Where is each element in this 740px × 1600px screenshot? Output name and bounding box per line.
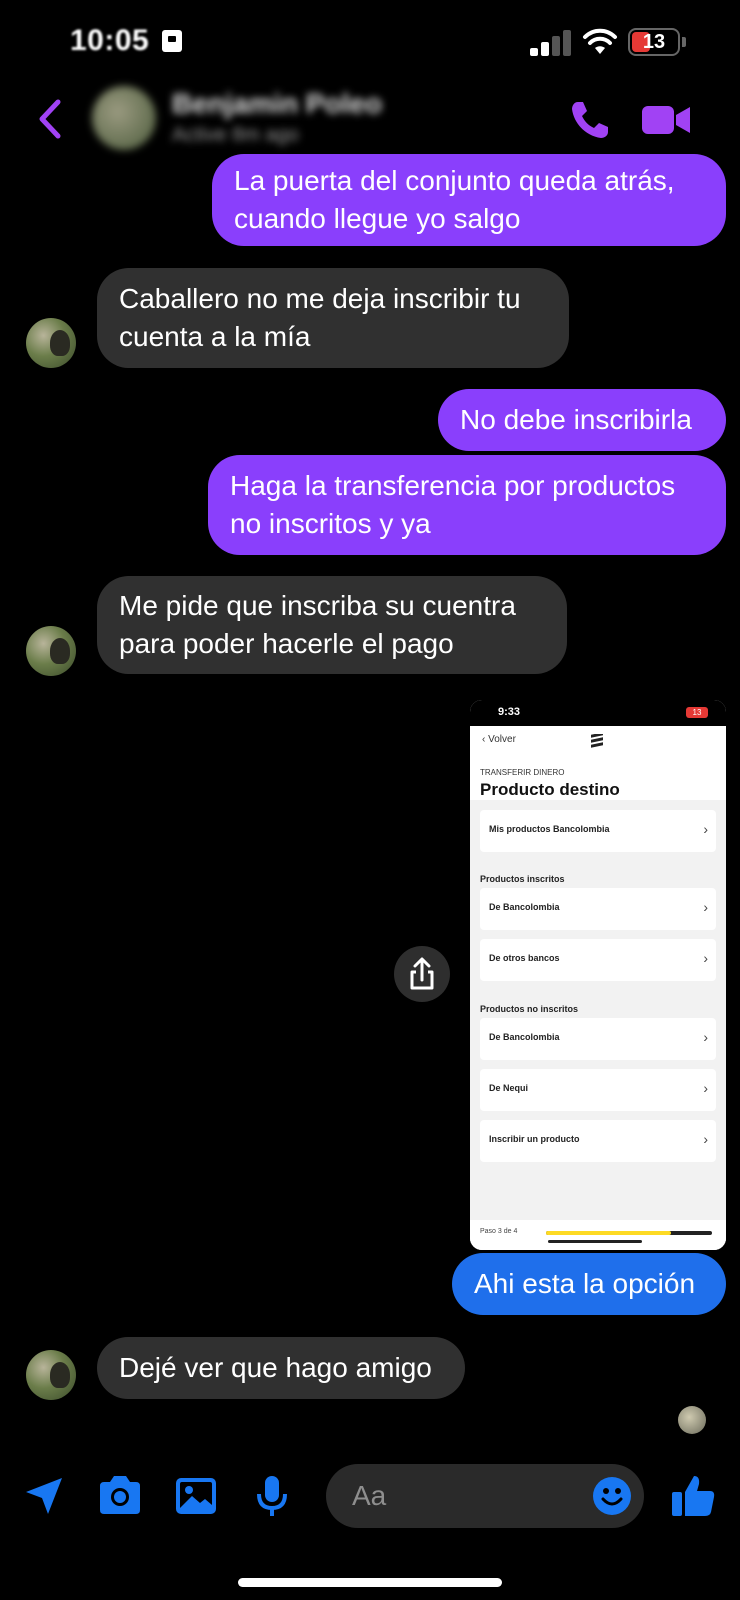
message-text: Caballero no me deja inscribir tu cuenta… <box>119 283 521 352</box>
message-outgoing[interactable]: Haga la transferencia por productos no i… <box>208 455 726 555</box>
bank-logo-icon <box>591 734 603 748</box>
message-composer: Aa <box>0 1462 740 1538</box>
screenshot-kicker: TRANSFERIR DINERO <box>480 768 565 777</box>
screenshot-row-label: Inscribir un producto <box>489 1134 580 1144</box>
screenshot-status-bar: 9:33 13 <box>470 700 726 726</box>
message-outgoing[interactable]: La puerta del conjunto queda atrás, cuan… <box>212 154 726 246</box>
message-text: No debe inscribirla <box>460 404 692 435</box>
status-time: 10:05 <box>70 24 150 57</box>
home-indicator <box>238 1578 502 1587</box>
share-button[interactable] <box>394 946 450 1002</box>
screenshot-row: De Nequi › <box>480 1069 716 1111</box>
screenshot-section-title: Productos inscritos <box>480 874 565 884</box>
message-incoming[interactable]: Me pide que inscriba su cuentra para pod… <box>97 576 567 674</box>
gallery-button[interactable] <box>172 1472 220 1520</box>
message-text: Me pide que inscriba su cuentra para pod… <box>119 590 516 659</box>
screenshot-row-label: De Bancolombia <box>489 1032 560 1042</box>
sender-avatar[interactable] <box>26 626 76 676</box>
chevron-right-icon: › <box>703 1131 708 1147</box>
signal-icon <box>530 30 572 56</box>
video-call-button[interactable] <box>640 100 692 140</box>
chevron-right-icon: › <box>703 821 708 837</box>
sender-avatar[interactable] <box>26 1350 76 1400</box>
chevron-right-icon: › <box>703 1029 708 1045</box>
screenshot-body: ‹ Volver TRANSFERIR DINERO Producto dest… <box>470 726 726 1250</box>
orientation-lock-icon <box>162 30 182 52</box>
screenshot-progress-fill <box>546 1231 671 1235</box>
contact-name[interactable]: Benjamin Poleo <box>172 88 382 120</box>
screenshot-back-label: Volver <box>488 734 516 745</box>
thumbs-up-button[interactable] <box>670 1472 718 1520</box>
screenshot-footer: Paso 3 de 4 <box>470 1220 726 1250</box>
status-bar: 10:05 13 <box>0 0 740 80</box>
screenshot-nav: ‹ Volver <box>470 726 726 756</box>
back-button[interactable] <box>34 98 64 140</box>
screenshot-section-title: Productos no inscritos <box>480 1004 579 1014</box>
message-text: Ahi esta la opción <box>474 1268 696 1299</box>
screenshot-row-label: De Nequi <box>489 1083 529 1093</box>
message-input[interactable]: Aa <box>326 1464 644 1528</box>
screenshot-row: Mis productos Bancolombia › <box>480 810 716 852</box>
camera-button[interactable] <box>96 1472 144 1520</box>
screenshot-home-indicator <box>548 1240 642 1243</box>
read-receipt-avatar <box>678 1406 706 1434</box>
chat-header: Benjamin Poleo Active 8m ago <box>0 80 740 160</box>
wifi-icon <box>583 28 617 54</box>
screenshot-step: Paso 3 de 4 <box>480 1228 518 1235</box>
screenshot-header: TRANSFERIR DINERO Producto destino <box>470 756 726 800</box>
battery-tip <box>682 37 686 47</box>
screenshot-progress-bar <box>546 1231 712 1235</box>
screenshot-back-link: ‹ Volver <box>482 734 516 745</box>
microphone-button[interactable] <box>248 1472 296 1520</box>
message-incoming[interactable]: Dejé ver que hago amigo <box>97 1337 465 1399</box>
emoji-button[interactable] <box>592 1476 632 1516</box>
sender-avatar[interactable] <box>26 318 76 368</box>
chevron-right-icon: › <box>703 899 708 915</box>
share-icon <box>410 957 434 990</box>
message-outgoing[interactable]: Ahi esta la opción <box>452 1253 726 1315</box>
screenshot-row-label: De otros bancos <box>489 953 560 963</box>
message-text: Dejé ver que hago amigo <box>119 1352 432 1383</box>
screenshot-time: 9:33 <box>498 706 521 718</box>
screenshot-title: Producto destino <box>480 780 620 799</box>
shared-screenshot-image[interactable]: 9:33 13 ‹ Volver TRANSFERIR DINERO Produ… <box>470 700 726 1250</box>
screenshot-row: De Bancolombia › <box>480 888 716 930</box>
contact-avatar[interactable] <box>92 86 156 150</box>
contact-status: Active 8m ago <box>172 124 299 146</box>
message-text: La puerta del conjunto queda atrás, cuan… <box>234 165 675 234</box>
battery-level: 13 <box>642 31 666 53</box>
phone-call-button[interactable] <box>568 98 612 142</box>
screenshot-row: Inscribir un producto › <box>480 1120 716 1162</box>
chevron-right-icon: › <box>703 950 708 966</box>
screenshot-row-label: De Bancolombia <box>489 902 560 912</box>
screenshot-row-label: Mis productos Bancolombia <box>489 824 610 834</box>
message-text: Haga la transferencia por productos no i… <box>230 470 676 539</box>
screenshot-battery: 13 <box>686 707 708 718</box>
message-input-placeholder: Aa <box>352 1480 387 1511</box>
message-outgoing[interactable]: No debe inscribirla <box>438 389 726 451</box>
chevron-right-icon: › <box>703 1080 708 1096</box>
message-incoming[interactable]: Caballero no me deja inscribir tu cuenta… <box>97 268 569 368</box>
screenshot-row: De Bancolombia › <box>480 1018 716 1060</box>
battery-icon: 13 <box>628 28 680 56</box>
location-arrow-button[interactable] <box>20 1472 68 1520</box>
screenshot-row: De otros bancos › <box>480 939 716 981</box>
